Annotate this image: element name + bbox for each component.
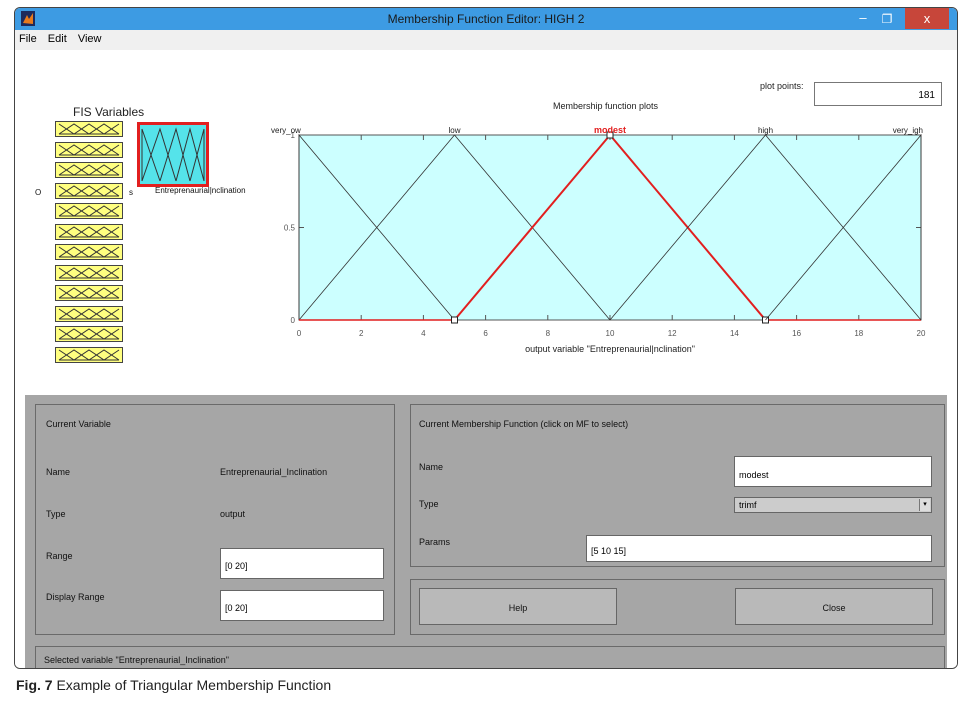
help-button[interactable]: Help	[419, 588, 617, 625]
x-tick-label: 20	[917, 329, 926, 338]
input-variable-box[interactable]	[55, 182, 123, 199]
minimize-button[interactable]: –	[853, 11, 873, 27]
title-bar[interactable]: Membership Function Editor: HIGH 2 – ❐ x	[15, 8, 957, 30]
input-mf-thumbnail-icon	[58, 225, 120, 238]
mf-label-modest: modest	[594, 125, 626, 135]
x-tick-label: 16	[792, 329, 801, 338]
mf-label-high: high	[758, 126, 773, 135]
plot-points-input[interactable]: 181	[814, 82, 942, 106]
x-tick-label: 4	[421, 329, 426, 338]
figure-number: Fig. 7	[16, 677, 53, 693]
status-bar: Selected variable "Entreprenaurial_Incli…	[35, 646, 945, 668]
properties-area: Current Variable Name Entreprenaurial_In…	[25, 395, 947, 668]
mf-vertex-handle	[451, 316, 458, 324]
status-text: Selected variable "Entreprenaurial_Incli…	[44, 655, 230, 665]
output-mf-thumbnail-icon	[141, 127, 205, 182]
mf-name-input[interactable]: modest	[734, 456, 932, 487]
input-variable-box[interactable]	[55, 326, 123, 342]
current-variable-panel: Current Variable Name Entreprenaurial_In…	[35, 404, 395, 635]
input-mf-thumbnail-icon	[58, 164, 120, 176]
input-variable-box[interactable]	[55, 244, 123, 260]
menu-edit[interactable]: Edit	[44, 30, 71, 45]
x-axis-label: output variable "Entreprenaurial|nclinat…	[525, 344, 695, 354]
plot-area	[298, 134, 922, 321]
x-tick-label: 14	[730, 329, 739, 338]
display-range-label: Display Range	[46, 592, 105, 602]
membership-function-plot[interactable]: 0 2 4 6 8 10 12 14 16 18 2000.51very_ow low modest hi…	[245, 110, 945, 370]
mf-params-label: Params	[419, 537, 451, 547]
maximize-button[interactable]: ❐	[877, 11, 897, 27]
plot-points-label: plot points:	[760, 81, 804, 91]
input-variable-box[interactable]	[55, 223, 123, 240]
input-variable-box[interactable]	[55, 203, 123, 219]
input-mf-thumbnail-icon	[58, 266, 120, 279]
input-mf-thumbnail-icon	[58, 205, 120, 217]
x-tick-label: 0	[297, 329, 302, 338]
input-variable-box[interactable]	[55, 285, 123, 301]
x-tick-label: 6	[483, 329, 488, 338]
range-label: Range	[46, 551, 73, 561]
mf-name-label: Name	[419, 462, 444, 472]
fis-variables-title: FIS Variables	[73, 105, 145, 119]
mf-label-very-ow: very_ow	[271, 126, 301, 135]
editor-content: FIS Variables O s Entreprenaurial|nclina…	[15, 50, 957, 668]
input-variable-box[interactable]	[55, 121, 123, 137]
menu-bar: File Edit View	[15, 30, 957, 50]
window-title: Membership Function Editor: HIGH 2	[387, 12, 585, 26]
menu-view[interactable]: View	[74, 30, 106, 45]
x-tick-label: 10	[606, 329, 615, 338]
current-variable-header: Current Variable	[46, 419, 111, 429]
range-input[interactable]: [0 20]	[220, 548, 384, 579]
mf-type-value: trimf	[739, 500, 757, 510]
input-variable-box[interactable]	[55, 346, 123, 363]
display-range-input[interactable]: [0 20]	[220, 590, 384, 621]
mf-type-label: Type	[419, 499, 439, 509]
y-tick-label: 0.5	[284, 224, 296, 233]
mf-type-select[interactable]: trimf ▾	[734, 497, 932, 513]
figure-caption: Fig. 7 Example of Triangular Membership …	[16, 677, 331, 693]
input-variable-label-stub: O	[35, 188, 42, 197]
menu-file[interactable]: File	[15, 30, 41, 45]
variable-name-value: Entreprenaurial_Inclination	[220, 467, 328, 477]
variable-type-value: output	[220, 509, 246, 519]
input-mf-thumbnail-icon	[58, 307, 120, 320]
variable-name-label: Name	[46, 467, 71, 477]
input-mf-thumbnail-icon	[58, 123, 120, 135]
mf-label-low: low	[448, 126, 460, 135]
dropdown-arrow-icon[interactable]: ▾	[919, 499, 930, 511]
current-mf-header: Current Membership Function (click on MF…	[419, 419, 629, 429]
variable-type-label: Type	[46, 509, 66, 519]
button-panel: Help Close	[410, 579, 945, 635]
input-variable-box[interactable]	[55, 305, 123, 322]
caption-text: Example of Triangular Membership Functio…	[52, 677, 332, 693]
x-tick-label: 8	[546, 329, 551, 338]
close-window-button[interactable]: x	[905, 8, 949, 29]
current-mf-panel: Current Membership Function (click on MF…	[410, 404, 945, 567]
input-mf-thumbnail-icon	[58, 143, 120, 156]
input-mf-thumbnail-icon	[58, 246, 120, 258]
mf-editor-window: Membership Function Editor: HIGH 2 – ❐ x…	[14, 7, 958, 669]
input-variable-box[interactable]	[55, 141, 123, 158]
input-mf-thumbnail-icon	[58, 348, 120, 361]
input-mf-thumbnail-icon	[58, 184, 120, 197]
y-tick-label: 0	[291, 316, 296, 325]
input-mf-thumbnail-icon	[58, 287, 120, 299]
input-variable-label-stub-2: s	[129, 188, 133, 197]
x-tick-label: 2	[359, 329, 364, 338]
input-variable-box[interactable]	[55, 264, 123, 281]
input-mf-thumbnail-icon	[58, 328, 120, 340]
mf-label-very-igh: very_igh	[893, 126, 923, 135]
x-tick-label: 18	[854, 329, 863, 338]
mf-params-input[interactable]: [5 10 15]	[586, 535, 932, 562]
output-variable-label: Entreprenaurial|nclination	[155, 186, 246, 195]
input-variable-box[interactable]	[55, 162, 123, 178]
close-button[interactable]: Close	[735, 588, 933, 625]
x-tick-label: 12	[668, 329, 677, 338]
output-variable-box[interactable]	[137, 122, 209, 187]
